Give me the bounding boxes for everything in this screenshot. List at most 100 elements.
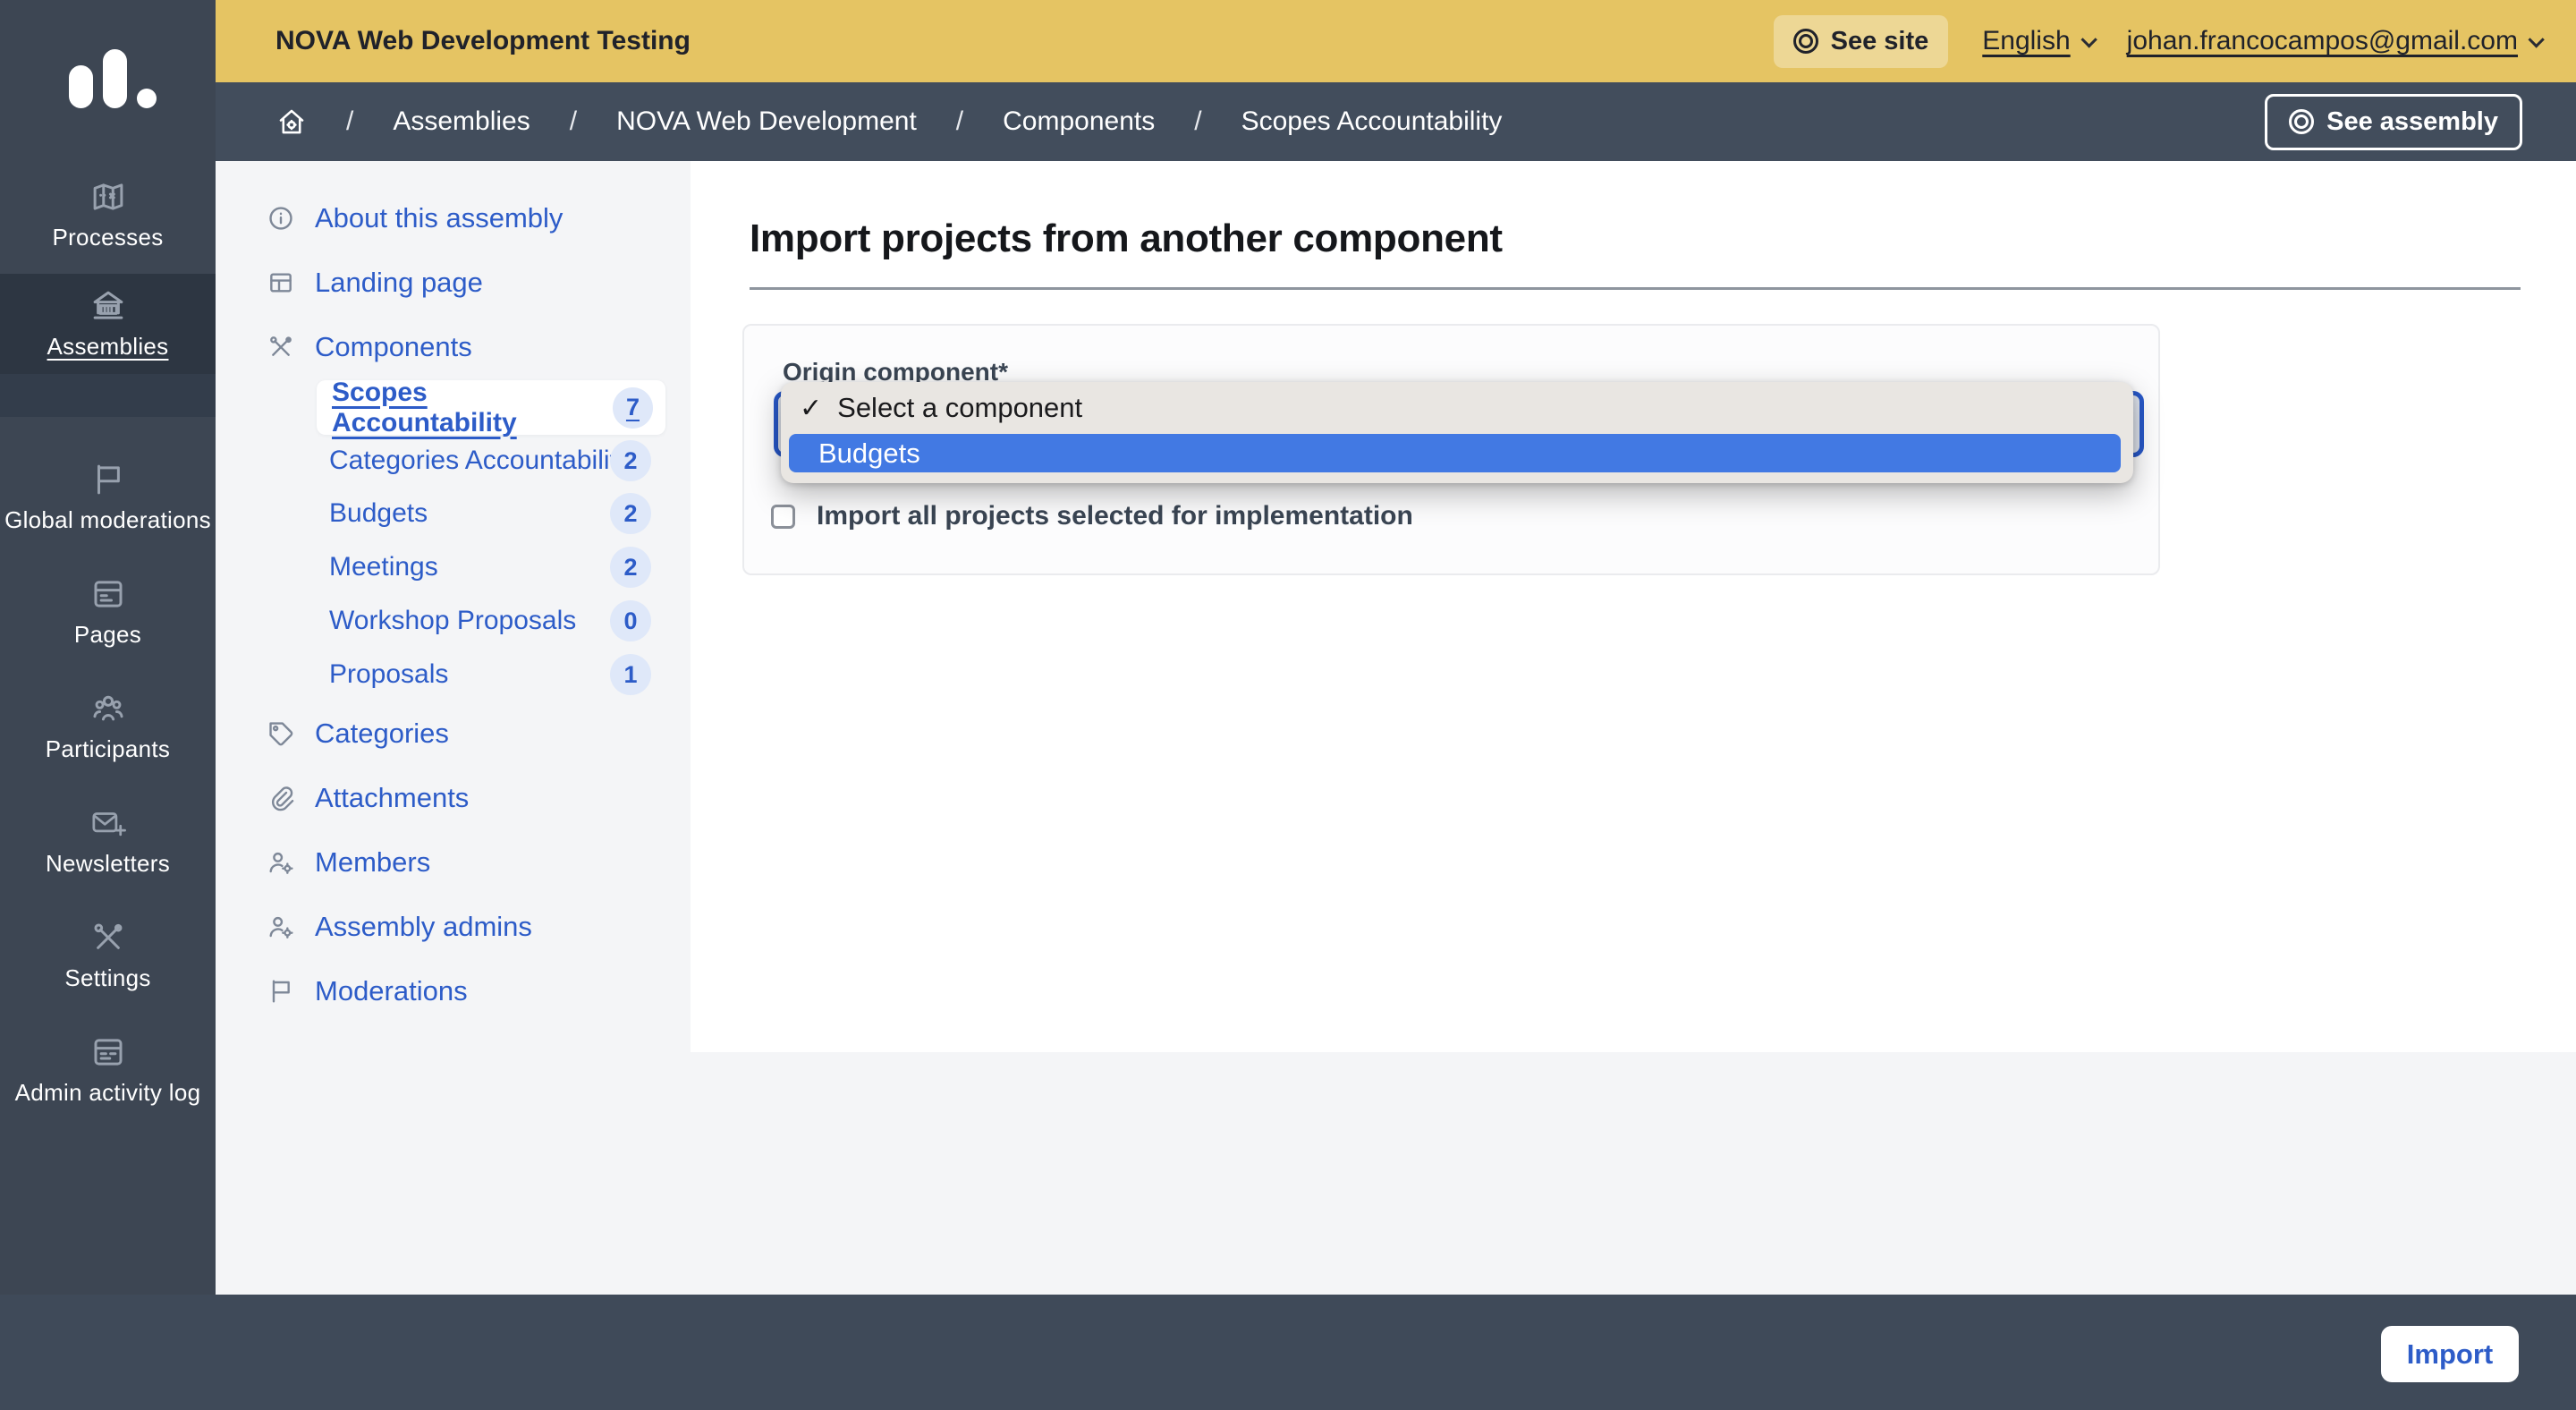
submenu-item-meetings[interactable]: Meetings xyxy=(329,542,438,592)
primary-sidebar: Processes Assemblies Global moderations … xyxy=(0,0,216,1295)
import-button[interactable]: Import xyxy=(2381,1326,2519,1382)
submenu-item-label: Members xyxy=(315,846,430,879)
sidebar-item-label: Participants xyxy=(46,735,170,763)
submenu-item-landing-page[interactable]: Landing page xyxy=(267,258,483,308)
home-icon[interactable] xyxy=(276,106,307,137)
tools-icon xyxy=(89,919,127,956)
tools-icon xyxy=(267,333,295,361)
see-site-button[interactable]: See site xyxy=(1774,15,1949,68)
submenu-item-label: Workshop Proposals xyxy=(329,606,576,636)
sidebar-item-newsletters[interactable]: Newsletters xyxy=(0,789,216,893)
logo-bar xyxy=(69,65,93,108)
breadcrumb-nova-web-development[interactable]: NOVA Web Development xyxy=(616,106,917,137)
sidebar-item-admin-activity-log[interactable]: Admin activity log xyxy=(0,1018,216,1122)
dropdown-option-label: Select a component xyxy=(837,392,1082,424)
submenu-item-workshop-proposals[interactable]: Workshop Proposals xyxy=(329,596,576,646)
count-badge: 0 xyxy=(610,600,651,641)
target-icon xyxy=(2289,109,2314,134)
count-badge: 2 xyxy=(610,547,651,588)
info-icon xyxy=(267,204,295,233)
organization-title: NOVA Web Development Testing xyxy=(275,26,691,56)
breadcrumb-separator: / xyxy=(570,106,577,137)
sidebar-item-label: Newsletters xyxy=(46,850,170,878)
dropdown-option-budgets[interactable]: Budgets xyxy=(789,434,2121,472)
submenu-item-label: Proposals xyxy=(329,659,448,690)
submenu-item-moderations[interactable]: Moderations xyxy=(267,966,468,1016)
person-gear-icon xyxy=(267,848,295,877)
submenu-item-components[interactable]: Components xyxy=(267,322,472,372)
logo-dot xyxy=(137,89,157,108)
breadcrumb-bar: / Assemblies / NOVA Web Development / Co… xyxy=(216,82,2576,161)
language-selector[interactable]: English xyxy=(1982,26,2092,56)
breadcrumb-components[interactable]: Components xyxy=(1003,106,1155,137)
count-badge: 2 xyxy=(610,493,651,534)
sidebar-item-label: Pages xyxy=(74,621,141,649)
topbar-actions: See site English johan.francocampos@gmai… xyxy=(1774,15,2540,68)
submenu-item-label: About this assembly xyxy=(315,202,563,234)
main-content-area xyxy=(691,161,2576,1052)
sidebar-active-strip xyxy=(0,374,216,417)
sidebar-item-label: Global moderations xyxy=(4,506,211,534)
submenu-item-about-this-assembly[interactable]: About this assembly xyxy=(267,193,563,243)
submenu-item-label: Attachments xyxy=(315,782,469,814)
page-icon xyxy=(89,575,127,613)
sidebar-item-label: Assemblies xyxy=(47,333,169,361)
submenu-item-assembly-admins[interactable]: Assembly admins xyxy=(267,902,532,952)
import-button-label: Import xyxy=(2407,1338,2493,1371)
submenu-item-scopes-accountability[interactable]: Scopes Accountability 7 xyxy=(317,380,665,435)
submenu-item-label: Moderations xyxy=(315,975,468,1007)
landmark-icon xyxy=(89,287,127,325)
submenu-item-label: Scopes Accountability xyxy=(332,378,613,438)
dropdown-option-select-a-component[interactable]: ✓ Select a component xyxy=(781,382,2133,434)
sidebar-item-assemblies[interactable]: Assemblies xyxy=(0,274,216,374)
submenu-item-proposals[interactable]: Proposals xyxy=(329,650,448,700)
people-icon xyxy=(89,690,127,727)
sidebar-item-label: Settings xyxy=(64,964,150,992)
sidebar-item-participants[interactable]: Participants xyxy=(0,675,216,778)
dropdown-option-label: Budgets xyxy=(818,437,920,470)
sidebar-item-label: Admin activity log xyxy=(15,1079,201,1107)
sidebar-item-processes[interactable]: Processes xyxy=(0,163,216,267)
submenu-item-label: Landing page xyxy=(315,267,483,299)
submenu-item-attachments[interactable]: Attachments xyxy=(267,773,469,823)
breadcrumb: / Assemblies / NOVA Web Development / Co… xyxy=(276,106,1502,137)
logo-bar xyxy=(103,49,127,108)
activity-log-icon xyxy=(89,1033,127,1071)
see-assembly-button[interactable]: See assembly xyxy=(2265,94,2522,150)
chevron-down-icon xyxy=(2528,31,2544,47)
sidebar-item-settings[interactable]: Settings xyxy=(0,904,216,1007)
tag-icon xyxy=(267,719,295,748)
title-divider xyxy=(750,287,2521,290)
import-all-checkbox-row: Import all projects selected for impleme… xyxy=(771,501,1413,531)
submenu-item-label: Categories xyxy=(315,718,449,750)
breadcrumb-separator: / xyxy=(346,106,353,137)
breadcrumb-separator: / xyxy=(956,106,963,137)
sidebar-item-pages[interactable]: Pages xyxy=(0,560,216,664)
user-email: johan.francocampos@gmail.com xyxy=(2127,26,2518,56)
select-dropdown-popup: ✓ Select a component Budgets xyxy=(781,382,2133,483)
breadcrumb-scopes-accountability[interactable]: Scopes Accountability xyxy=(1241,106,1503,137)
submenu-item-label: Budgets xyxy=(329,498,428,529)
page-title: Import projects from another component xyxy=(750,217,1503,261)
chevron-down-icon xyxy=(2080,31,2097,47)
breadcrumb-assemblies[interactable]: Assemblies xyxy=(393,106,530,137)
submenu-item-budgets[interactable]: Budgets xyxy=(329,488,428,539)
user-menu[interactable]: johan.francocampos@gmail.com xyxy=(2127,26,2540,56)
language-label: English xyxy=(1982,26,2070,56)
flag-icon xyxy=(267,977,295,1006)
submenu-item-members[interactable]: Members xyxy=(267,837,430,888)
map-icon xyxy=(89,178,127,216)
count-badge: 7 xyxy=(613,387,653,429)
submenu-item-categories-accountability[interactable]: Categories Accountability xyxy=(329,436,631,486)
paperclip-icon xyxy=(267,784,295,812)
sidebar-item-global-moderations[interactable]: Global moderations xyxy=(0,446,216,549)
see-assembly-label: See assembly xyxy=(2326,107,2498,137)
see-site-label: See site xyxy=(1831,27,1929,56)
import-all-checkbox[interactable] xyxy=(771,505,795,529)
person-gear-icon xyxy=(267,913,295,941)
submenu-item-categories[interactable]: Categories xyxy=(267,709,449,759)
breadcrumb-separator: / xyxy=(1194,106,1201,137)
sidebar-item-label: Processes xyxy=(52,224,163,251)
decidim-logo[interactable] xyxy=(69,49,158,108)
count-badge: 1 xyxy=(610,654,651,695)
